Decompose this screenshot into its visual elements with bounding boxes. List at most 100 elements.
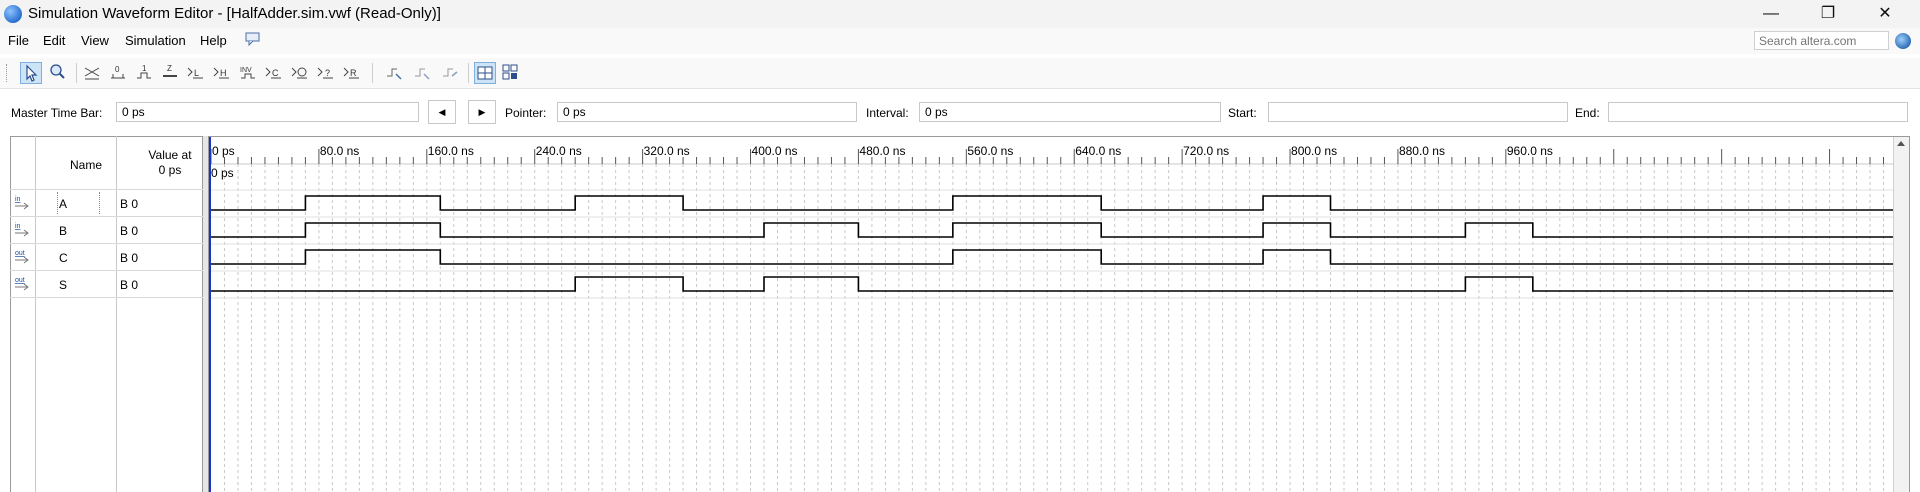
value-at-label: Value at [148,148,192,162]
waveform-canvas[interactable]: 0 ps 80.0 ns 160.0 ns 240.0 ns 320.0 ns 400.0… [209,137,1893,492]
time-tick-label: 80.0 ns [320,144,359,158]
selection-tool-icon[interactable] [20,62,42,84]
time-tick-label: 320.0 ns [644,144,690,158]
signal-row-a[interactable]: in A B 0 [10,189,203,216]
toolbar-grip[interactable] [6,64,10,82]
end-field [1608,102,1908,122]
pointer-field: 0 ps [557,102,857,122]
name-column-header[interactable]: Name [70,158,102,172]
time-tick-label: 400.0 ns [752,144,798,158]
time-tick-label: 560.0 ns [967,144,1013,158]
minimize-button[interactable]: — [1743,0,1799,28]
menu-view[interactable]: View [81,33,109,48]
start-label: Start: [1228,106,1257,120]
toolbar: 0 1 Z L H INV C ? R [0,58,1920,89]
input-pin-icon: in [15,223,29,237]
globe-icon[interactable] [1895,33,1911,49]
svg-text:out: out [15,277,25,284]
end-label: End: [1575,106,1600,120]
time-tick-label: 480.0 ns [859,144,905,158]
signal-value: B 0 [120,224,139,238]
clock-icon[interactable] [290,62,312,84]
signal-list-panel: Name Value at 0 ps in A B 0 in B B 0 out… [10,136,203,492]
random-value-icon[interactable]: R [342,62,364,84]
interval-label: Interval: [866,106,909,120]
window-title: Simulation Waveform Editor - [HalfAdder.… [28,5,441,22]
time-tick-label: 640.0 ns [1075,144,1121,158]
next-transition-button[interactable]: ▶ [468,100,496,124]
signal-value: B 0 [120,251,139,265]
signal-value: B 0 [120,278,139,292]
time-tick-label: 720.0 ns [1183,144,1229,158]
signal-row-c[interactable]: out C B 0 [10,243,203,270]
forcing-unknown-icon[interactable] [82,62,104,84]
menu-edit[interactable]: Edit [43,33,65,48]
grid-settings-icon[interactable] [412,62,434,84]
time-tick-label: 960.0 ns [1507,144,1553,158]
zoom-tool-icon[interactable] [48,62,70,84]
time-tick-label: 0 ps [212,144,235,158]
svg-text:out: out [15,250,25,257]
feedback-icon[interactable] [245,32,261,46]
signal-row-b[interactable]: in B B 0 [10,216,203,243]
master-time-bar-field[interactable]: 0 ps [116,102,419,122]
menu-simulation[interactable]: Simulation [125,33,186,48]
start-field [1268,102,1568,122]
time-tick-label: 160.0 ns [428,144,474,158]
svg-text:C: C [272,68,279,78]
scroll-up-arrow-icon[interactable] [1897,141,1905,146]
menu-bar: File Edit View Simulation Help [0,28,1920,54]
time-marker-label: 0 ps [211,166,234,180]
restore-button[interactable]: ❐ [1800,0,1856,28]
svg-text:Z: Z [167,64,172,73]
close-button[interactable]: ✕ [1857,0,1913,28]
menu-file[interactable]: File [8,33,29,48]
forcing-high-icon[interactable]: 1 [134,62,156,84]
forcing-low-icon[interactable]: 0 [108,62,130,84]
master-time-bar-label: Master Time Bar: [11,106,103,120]
time-controls: Master Time Bar: 0 ps ◀ ▶ Pointer: 0 ps … [0,98,1920,130]
snap-to-grid-icon[interactable] [384,62,406,84]
svg-text:1: 1 [142,64,147,73]
svg-text:H: H [220,68,227,78]
search-input[interactable] [1754,31,1889,50]
value-at-time: 0 ps [158,163,182,177]
time-tick-label: 800.0 ns [1291,144,1337,158]
svg-text:in: in [15,223,21,230]
svg-text:0: 0 [115,65,120,74]
weak-high-icon[interactable]: H [212,62,234,84]
signal-name: S [59,278,68,292]
arbitrary-value-icon[interactable]: ? [316,62,338,84]
pointer-label: Pointer: [505,106,547,120]
signal-name: C [59,251,68,265]
app-icon [4,5,22,23]
svg-text:R: R [350,68,357,78]
grid-lines [210,149,1885,492]
menu-help[interactable]: Help [200,33,227,48]
svg-text:?: ? [325,68,330,78]
svg-text:INV: INV [240,67,252,74]
time-tick-label: 240.0 ns [536,144,582,158]
time-tick-label: 880.0 ns [1399,144,1445,158]
snap-settings-icon[interactable] [500,62,522,84]
vertical-scrollbar[interactable] [1893,137,1909,492]
show-grid-icon[interactable] [474,62,496,84]
output-pin-icon: out [15,277,29,291]
count-value-icon[interactable]: C [264,62,286,84]
time-axis-labels: 0 ps 80.0 ns 160.0 ns 240.0 ns 320.0 ns 400.0… [212,144,1553,158]
signal-name: B [59,224,68,238]
signal-row-s[interactable]: out S B 0 [10,270,203,298]
input-pin-icon: in [15,196,29,210]
svg-text:in: in [15,196,21,203]
high-impedance-icon[interactable]: Z [160,62,182,84]
value-column-header[interactable]: Value at 0 ps [140,148,200,178]
output-pin-icon: out [15,250,29,264]
waveform-settings-icon[interactable] [440,62,462,84]
weak-low-icon[interactable]: L [186,62,208,84]
svg-text:L: L [194,68,199,78]
signal-name: A [59,197,68,211]
signal-value: B 0 [120,197,139,211]
invert-icon[interactable]: INV [238,62,260,84]
previous-transition-button[interactable]: ◀ [428,100,456,124]
interval-field: 0 ps [919,102,1221,122]
